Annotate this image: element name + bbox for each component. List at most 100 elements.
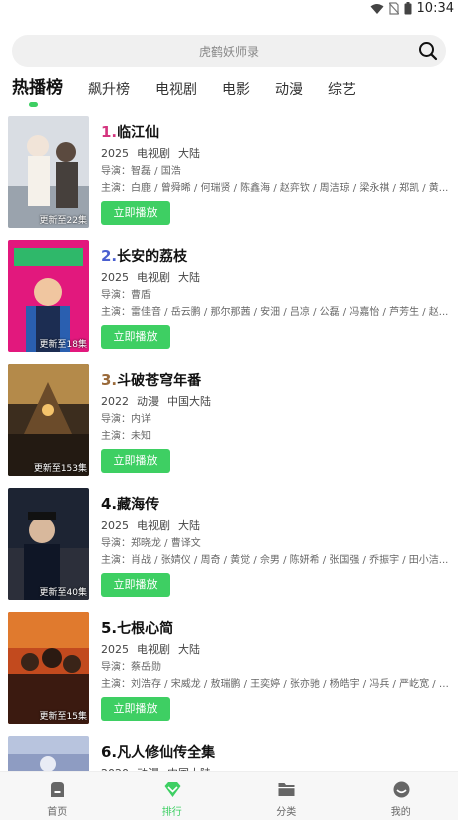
tab-label: 电影 — [222, 82, 250, 98]
poster-art — [8, 364, 89, 476]
poster-image[interactable]: 更新至18集 — [8, 240, 89, 352]
item-region: 大陆 — [178, 147, 200, 160]
nav-ranking[interactable]: 排行 — [115, 772, 230, 820]
item-region: 大陆 — [178, 519, 200, 532]
item-meta: 2025 电视剧 大陆 — [101, 145, 453, 163]
item-title-row[interactable]: 3. 斗破苍穹年番 — [101, 370, 453, 390]
item-year: 2025 — [101, 147, 129, 160]
list-item[interactable]: 更新至18集 2. 长安的荔枝 2025 电视剧 大陆 导演：曹盾 主演：雷佳音 /… — [0, 240, 458, 352]
play-now-button[interactable]: 立即播放 — [101, 449, 170, 473]
tab-anime[interactable]: 动漫 — [275, 78, 303, 100]
tab-movie[interactable]: 电影 — [222, 78, 250, 100]
nav-label: 分类 — [276, 807, 297, 818]
item-director: 导演：内详 — [101, 414, 151, 425]
list-item[interactable]: 更新至22集 1. 临江仙 2025 电视剧 大陆 导演：智磊 / 国浩 主演：白鹿… — [0, 116, 458, 228]
profile-icon — [393, 781, 409, 798]
item-title: 藏海传 — [117, 497, 160, 513]
item-cast: 主演：肖战 / 张婧仪 / 周奇 / 黄觉 / 佘男 / 陈妍希 / 张国强 /… — [101, 555, 449, 566]
status-icons: 10:34 — [370, 1, 454, 16]
folder-icon — [278, 783, 295, 796]
item-title-row[interactable]: 4. 藏海传 — [101, 494, 453, 514]
list-item[interactable]: 更新至153集 3. 斗破苍穹年番 2022 动漫 中国大陆 导演：内详 主演：未知… — [0, 364, 458, 476]
nav-profile[interactable]: 我的 — [344, 772, 458, 820]
item-meta: 2025 电视剧 大陆 — [101, 517, 453, 535]
tab-indicator — [29, 102, 38, 107]
item-meta: 2025 电视剧 大陆 — [101, 641, 453, 659]
item-info: 4. 藏海传 2025 电视剧 大陆 导演：郑晓龙 / 曹译文 主演：肖战 / 张婧… — [101, 494, 453, 597]
item-region: 中国大陆 — [167, 395, 211, 408]
item-title-row[interactable]: 2. 长安的荔枝 — [101, 246, 453, 266]
poster-art — [8, 240, 89, 352]
item-info: 3. 斗破苍穹年番 2022 动漫 中国大陆 导演：内详 主演：未知 立即播放 — [101, 370, 453, 473]
item-title: 凡人修仙传全集 — [117, 745, 216, 761]
poster-image[interactable]: 更新至22集 — [8, 116, 89, 228]
item-info: 5. 七根心简 2025 电视剧 大陆 导演：蔡岳勋 主演：刘浩存 / 宋威龙 / … — [101, 618, 453, 721]
item-year: 2022 — [101, 395, 129, 408]
item-title-row[interactable]: 1. 临江仙 — [101, 122, 453, 142]
play-now-button[interactable]: 立即播放 — [101, 325, 170, 349]
item-director: 导演：智磊 / 国浩 — [101, 166, 181, 177]
item-cast: 主演：白鹿 / 曾舜晞 / 何瑞贤 / 陈鑫海 / 赵弈钦 / 周洁琼 / 梁永… — [101, 183, 449, 194]
item-title-row[interactable]: 5. 七根心简 — [101, 618, 453, 638]
status-time: 10:34 — [416, 1, 454, 16]
tab-label: 热播榜 — [12, 78, 63, 98]
poster-caption: 更新至40集 — [39, 588, 87, 598]
tab-variety[interactable]: 综艺 — [328, 78, 356, 100]
item-year: 2025 — [101, 519, 129, 532]
bottom-nav: 首页 排行 分类 我的 — [0, 771, 458, 820]
tab-label: 动漫 — [275, 82, 303, 98]
search-bar[interactable]: 虎鹤妖师录 — [12, 35, 446, 67]
tab-rising[interactable]: 飙升榜 — [88, 78, 130, 100]
ranking-icon — [164, 782, 180, 797]
no-sim-icon — [388, 2, 399, 15]
poster-caption: 更新至22集 — [39, 216, 87, 226]
rank-number: 4. — [101, 495, 118, 513]
item-title: 七根心简 — [117, 621, 174, 637]
item-title: 斗破苍穹年番 — [117, 373, 202, 389]
play-now-button[interactable]: 立即播放 — [101, 573, 170, 597]
poster-caption: 更新至15集 — [39, 712, 87, 722]
rank-number: 3. — [101, 371, 118, 389]
ranking-tabs: 热播榜 飙升榜 电视剧 电影 动漫 综艺 — [12, 78, 381, 108]
nav-label: 首页 — [47, 807, 68, 818]
list-item[interactable]: 更新至15集 5. 七根心简 2025 电视剧 大陆 导演：蔡岳勋 主演：刘浩存 /… — [0, 612, 458, 724]
rank-number: 6. — [101, 743, 118, 761]
item-title: 长安的荔枝 — [117, 249, 188, 265]
nav-category[interactable]: 分类 — [229, 772, 344, 820]
battery-icon — [404, 2, 412, 15]
poster-image[interactable]: 更新至40集 — [8, 488, 89, 600]
item-region: 大陆 — [178, 271, 200, 284]
item-director: 导演：蔡岳勋 — [101, 662, 161, 673]
poster-art — [8, 488, 89, 600]
poster-art — [8, 612, 89, 724]
item-title: 临江仙 — [117, 125, 160, 141]
poster-caption: 更新至18集 — [39, 340, 87, 350]
list-item[interactable]: 更新至40集 4. 藏海传 2025 电视剧 大陆 导演：郑晓龙 / 曹译文 主演：… — [0, 488, 458, 600]
poster-art — [8, 116, 89, 228]
play-now-button[interactable]: 立即播放 — [101, 697, 170, 721]
wifi-icon — [370, 3, 384, 14]
nav-label: 我的 — [390, 807, 411, 818]
poster-caption: 更新至153集 — [33, 464, 87, 474]
tab-tv[interactable]: 电视剧 — [155, 78, 197, 100]
nav-label: 排行 — [161, 807, 182, 818]
play-now-button[interactable]: 立即播放 — [101, 201, 170, 225]
search-placeholder: 虎鹤妖师录 — [198, 45, 259, 59]
home-icon — [51, 782, 64, 797]
search-icon[interactable] — [418, 41, 438, 61]
item-director: 导演：曹盾 — [101, 290, 151, 301]
poster-image[interactable]: 更新至153集 — [8, 364, 89, 476]
rank-number: 5. — [101, 619, 118, 637]
item-region: 大陆 — [178, 643, 200, 656]
tab-label: 综艺 — [328, 82, 356, 98]
item-cast: 主演：刘浩存 / 宋威龙 / 敖瑞鹏 / 王奕婷 / 张亦驰 / 杨皓宇 / 冯… — [101, 679, 453, 690]
item-genre: 电视剧 — [137, 271, 170, 284]
item-title-row[interactable]: 6. 凡人修仙传全集 — [101, 742, 453, 762]
tab-label: 电视剧 — [155, 82, 197, 98]
poster-image[interactable]: 更新至15集 — [8, 612, 89, 724]
item-info: 1. 临江仙 2025 电视剧 大陆 导演：智磊 / 国浩 主演：白鹿 / 曾舜晞 … — [101, 122, 453, 225]
tab-label: 飙升榜 — [88, 82, 130, 98]
tab-hot[interactable]: 热播榜 — [12, 78, 63, 98]
item-meta: 2022 动漫 中国大陆 — [101, 393, 453, 411]
nav-home[interactable]: 首页 — [0, 772, 115, 820]
